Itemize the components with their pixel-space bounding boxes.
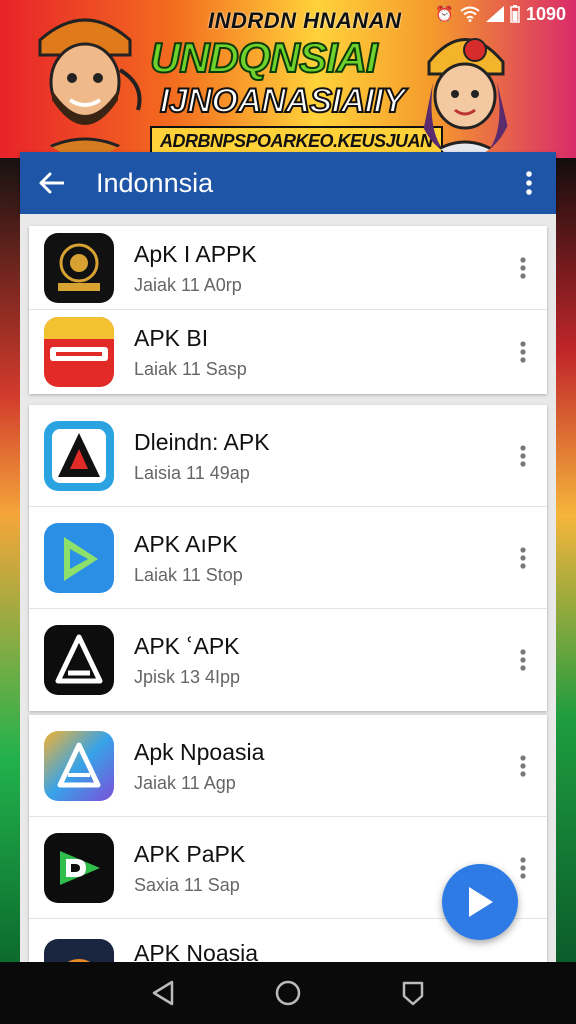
back-button[interactable] — [20, 152, 82, 214]
more-vertical-icon — [520, 546, 526, 569]
item-menu-button[interactable] — [513, 441, 533, 471]
app-name: Apk Npoasia — [134, 738, 265, 765]
more-vertical-icon — [526, 171, 532, 195]
app-meta: Jaiak 11 A0rp — [134, 274, 242, 295]
more-vertical-icon — [520, 341, 526, 363]
mascot-left-illustration — [27, 18, 143, 158]
list-item-text: APK ՙAPK Jpisk 13 4Ipp — [134, 632, 547, 688]
more-vertical-icon — [520, 856, 526, 879]
a-triangle-icon — [44, 625, 114, 695]
status-bar: ⏰ 1090 — [435, 2, 566, 26]
banner-headline-2: UNDQNSIAI — [149, 33, 379, 82]
d-play-icon — [44, 832, 114, 903]
app-meta: Laiak 11 Sasp — [134, 359, 247, 379]
app-name: APK AıPK — [134, 530, 238, 557]
red-badge-icon — [44, 317, 114, 387]
banner-headline-1: INDRDN HNANAN — [208, 8, 402, 33]
overflow-menu-button[interactable] — [502, 152, 556, 214]
signal-icon — [485, 6, 504, 22]
list-item[interactable]: Dleindn: APK Laisia 11 49ap — [29, 405, 547, 507]
app-name: APK PaPK — [134, 840, 246, 867]
recents-icon — [403, 981, 424, 1006]
app-name: APK ՙAPK — [134, 633, 240, 659]
emblem-icon — [44, 232, 114, 303]
status-time: 1090 — [525, 3, 566, 24]
play-fab-button[interactable] — [442, 864, 518, 940]
list-item-text: APK BI Laiak 11 Sasp — [134, 324, 547, 380]
app-name: APK Noasia — [134, 940, 259, 962]
item-menu-button[interactable] — [513, 253, 533, 283]
promo-banner: INDRDN HNANAN UNDQNSIAI IJNOANASIAIIY AD… — [0, 0, 576, 158]
play-triangle-icon — [44, 522, 114, 593]
nav-back-button[interactable] — [143, 973, 183, 1013]
alarm-icon: ⏰ — [435, 6, 454, 23]
more-vertical-icon — [520, 256, 526, 279]
list-item-text: Apk Npoasia Jaiak 11 Agp — [134, 738, 547, 794]
list-item[interactable]: APK BI Laiak 11 Sasp — [29, 310, 547, 394]
banner-headline-3: IJNOANASIAIIY — [159, 81, 406, 121]
list-card-2: Dleindn: APK Laisia 11 49ap APK AıPK Lai… — [29, 405, 547, 711]
list-item-text: APK Noasia — [134, 939, 547, 962]
nav-home-button[interactable] — [268, 973, 308, 1013]
gradient-a-icon — [44, 730, 114, 801]
partial-app-icon — [44, 939, 114, 962]
list-item[interactable]: Apk Npoasia Jaiak 11 Agp — [29, 715, 547, 817]
app-meta: Laiak 11 Stop — [134, 564, 243, 585]
list-item-text: ApK I APPK Jaiak 11 A0rp — [134, 240, 547, 296]
item-menu-button[interactable] — [513, 645, 533, 675]
app-bar: Indonnsia — [20, 152, 556, 214]
list-item-text: Dleindn: APK Laisia 11 49ap — [134, 428, 547, 484]
mascot-right-illustration — [422, 38, 509, 158]
item-menu-button[interactable] — [513, 543, 533, 573]
app-meta: Laisia 11 49ap — [134, 462, 250, 483]
more-vertical-icon — [520, 444, 526, 467]
app-meta: Jpisk 13 4Ipp — [134, 667, 241, 687]
app-meta: Jaiak 11 Agp — [134, 772, 236, 793]
list-item[interactable]: ApK I APPK Jaiak 11 A0rp — [29, 226, 547, 310]
more-vertical-icon — [520, 649, 526, 671]
wifi-icon — [460, 6, 480, 22]
page-title: Indonnsia — [96, 167, 214, 198]
system-nav-bar — [0, 962, 576, 1024]
list-card-1: ApK I APPK Jaiak 11 A0rp APK BI Laiak 11… — [29, 226, 547, 394]
list-item[interactable]: APK AıPK Laiak 11 Stop — [29, 507, 547, 609]
apk-a-logo-icon — [44, 420, 114, 491]
item-menu-button[interactable] — [513, 853, 533, 883]
battery-icon — [510, 5, 520, 23]
list-item[interactable]: APK ՙAPK Jpisk 13 4Ipp — [29, 609, 547, 711]
app-name: APK BI — [134, 325, 209, 351]
app-list: ApK I APPK Jaiak 11 A0rp APK BI Laiak 11… — [20, 214, 556, 962]
app-name: Dleindn: APK — [134, 428, 270, 455]
item-menu-button[interactable] — [513, 337, 533, 367]
triangle-back-icon — [152, 980, 173, 1006]
banner-tagline: ADRBNPSPOARKEO.KEUSJUAN — [150, 126, 443, 154]
list-item-text: APK AıPK Laiak 11 Stop — [134, 530, 547, 586]
arrow-left-icon — [39, 172, 64, 194]
nav-recents-button[interactable] — [393, 973, 433, 1013]
app-name: ApK I APPK — [134, 240, 257, 267]
circle-home-icon — [275, 980, 301, 1006]
play-icon — [469, 887, 493, 917]
more-vertical-icon — [520, 754, 526, 777]
item-menu-button[interactable] — [513, 751, 533, 781]
